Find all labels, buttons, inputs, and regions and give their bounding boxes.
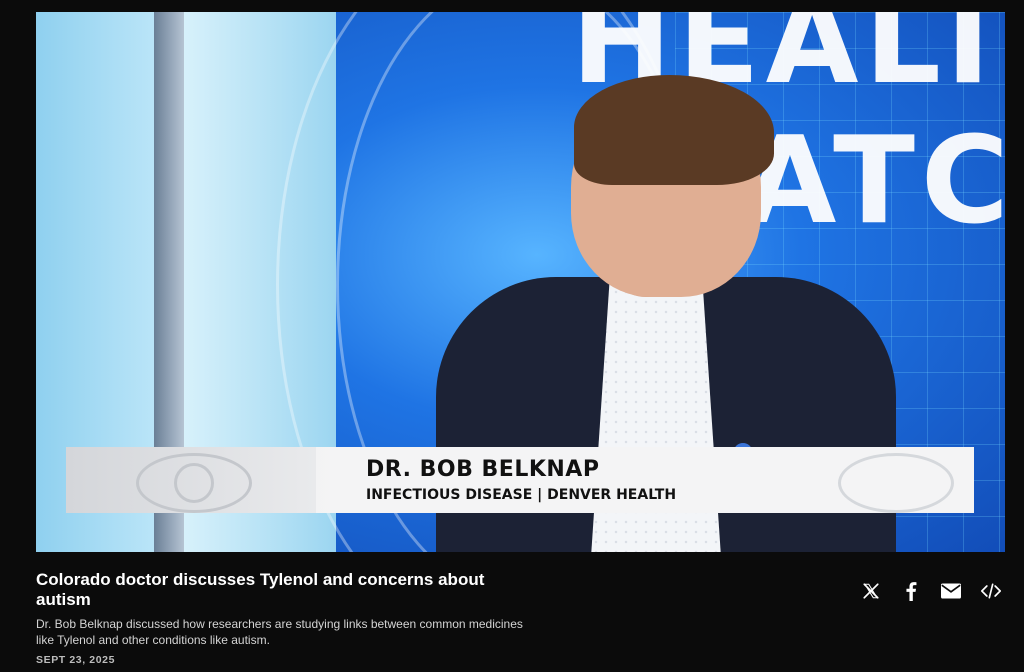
video-headline: Colorado doctor discusses Tylenol and co…: [36, 570, 485, 609]
lower-third-title: INFECTIOUS DISEASE | DENVER HEALTH: [366, 487, 677, 503]
embed-icon[interactable]: [980, 580, 1002, 602]
lower-third-name: DR. BOB BELKNAP: [366, 457, 600, 482]
cbs-eye-logo: [66, 447, 316, 513]
video-caption: Colorado doctor discusses Tylenol and co…: [36, 570, 526, 666]
email-icon[interactable]: [940, 580, 962, 602]
facebook-icon[interactable]: [900, 580, 922, 602]
video-description: Dr. Bob Belknap discussed how researcher…: [36, 617, 523, 647]
logo-eye-pupil: [174, 463, 214, 503]
video-player[interactable]: HEALT VATC DR. BOB BELKNAP INFECTIOUS DI…: [36, 12, 1005, 552]
cbs-eye-logo-right: [838, 453, 954, 513]
hair: [574, 75, 774, 185]
lower-third: DR. BOB BELKNAP INFECTIOUS DISEASE | DEN…: [66, 447, 974, 513]
x-icon[interactable]: [860, 580, 882, 602]
share-bar: [860, 578, 1010, 604]
video-date: SEPT 23, 2025: [36, 654, 116, 666]
